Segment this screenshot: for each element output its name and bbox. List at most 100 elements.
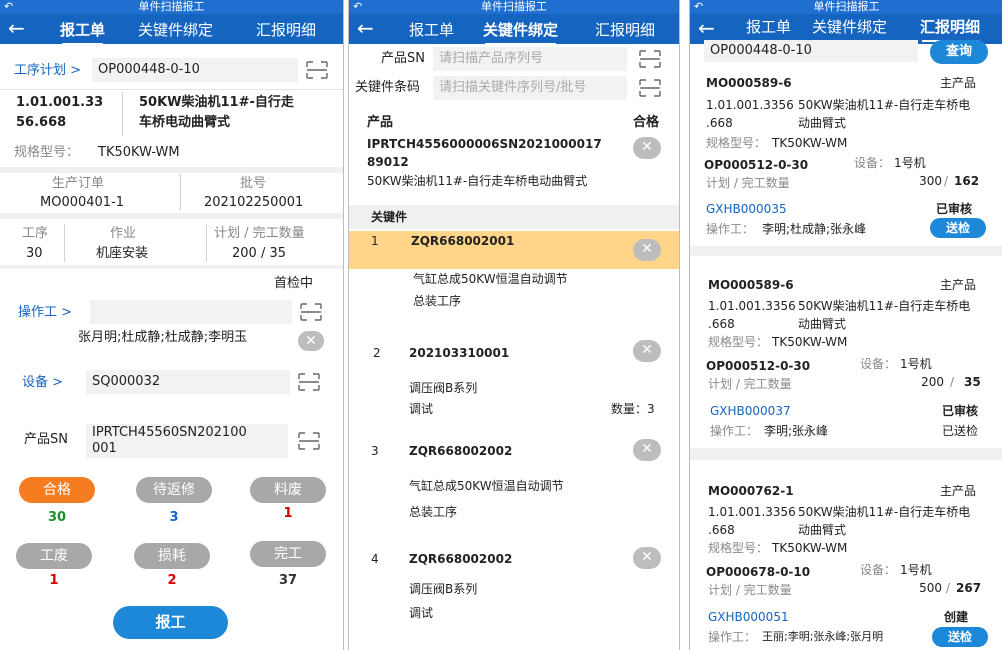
device-value: 1号机 xyxy=(900,357,932,371)
operator-names: 李明;张永峰 xyxy=(764,424,829,438)
qualified-button[interactable]: 合格 xyxy=(19,477,95,503)
slash: / xyxy=(950,375,955,389)
card-separator xyxy=(690,448,1002,460)
product-tag: 主产品 xyxy=(940,76,977,90)
sn-label: 产品SN xyxy=(381,51,425,66)
tab-report[interactable]: 报工单 xyxy=(60,20,105,45)
report-button[interactable]: 报工 xyxy=(113,606,228,639)
keypart-desc: 总装工序 xyxy=(413,294,462,308)
tab-details[interactable]: 汇报明细 xyxy=(595,20,655,40)
slash: / xyxy=(944,174,949,188)
material-scrap-button[interactable]: 料废 xyxy=(250,477,326,503)
back-arrow-icon[interactable]: ← xyxy=(8,17,25,39)
mo-number: MO000762-1 xyxy=(708,484,794,498)
back-small-icon[interactable]: ↶ xyxy=(353,0,362,14)
device-label: 设备： xyxy=(854,156,891,170)
clear-icon[interactable]: ✕ xyxy=(633,439,661,461)
scan-icon[interactable] xyxy=(639,79,661,97)
operator-label: 操作工： xyxy=(708,630,757,644)
back-arrow-icon[interactable]: ← xyxy=(357,17,374,39)
material-name-line2: 动曲臂式 xyxy=(798,317,847,331)
scan-icon[interactable] xyxy=(298,373,320,391)
tab-details[interactable]: 汇报明细 xyxy=(256,20,316,40)
keypart-name: 调压阀B系列 xyxy=(409,381,478,395)
keypart-barcode-input[interactable]: 请扫描关键件序列号/批号 xyxy=(433,76,627,100)
operator-link[interactable]: 操作工 > xyxy=(18,304,72,322)
tab-keyparts[interactable]: 关键件绑定 xyxy=(812,17,887,37)
done-quantity: 162 xyxy=(954,174,980,188)
scan-icon[interactable] xyxy=(306,61,328,79)
sn-field[interactable]: IPRTCH45560SN202100 001 xyxy=(86,424,288,458)
keypart-no: 3 xyxy=(371,444,379,458)
keypart-code: ZQR668002002 xyxy=(409,552,513,566)
tab-bar: ← 报工单 关键件绑定 汇报明细 xyxy=(349,14,679,45)
back-small-icon[interactable]: ↶ xyxy=(694,0,703,14)
plan-quantity: 500 xyxy=(919,581,942,595)
mo-number: MO000589-6 xyxy=(706,76,792,90)
device-value: 1号机 xyxy=(894,156,926,170)
report-details-panel: ↶ 单件扫描报工 ← 报工单 关键件绑定 汇报明细 OP000448-0-10 … xyxy=(689,0,1002,650)
tab-keyparts[interactable]: 关键件绑定 xyxy=(483,20,558,45)
tab-report[interactable]: 报工单 xyxy=(409,20,454,40)
query-button[interactable]: 查询 xyxy=(930,40,988,64)
pending-repair-count: 3 xyxy=(169,510,179,525)
scan-icon[interactable] xyxy=(298,432,320,450)
keypart-barcode-label: 关键件条码 xyxy=(355,80,421,95)
operator-label: 操作工： xyxy=(706,222,755,236)
loss-button[interactable]: 损耗 xyxy=(134,543,210,569)
inspection-status: 已送检 xyxy=(942,424,979,438)
prod-order-label: 生产订单 xyxy=(52,176,105,191)
report-number-link[interactable]: GXHB000051 xyxy=(708,608,789,626)
divider xyxy=(0,89,343,90)
scan-icon[interactable] xyxy=(639,50,661,68)
operator-names: 王丽;李明;张永峰;张月明 xyxy=(762,630,884,643)
send-inspection-button[interactable]: 送检 xyxy=(930,218,986,238)
report-form-panel: ↶ 单件扫描报工 ← 报工单 关键件绑定 汇报明细 工序计划 > OP00044… xyxy=(0,0,344,650)
device-label: 设备： xyxy=(860,563,897,577)
send-inspection-button[interactable]: 送检 xyxy=(932,627,988,647)
work-scrap-button[interactable]: 工废 xyxy=(16,543,92,569)
sn-value-line2: 001 xyxy=(92,441,117,456)
section-gap xyxy=(0,265,343,269)
work-scrap-count: 1 xyxy=(49,573,59,588)
scan-icon[interactable] xyxy=(300,303,322,321)
clear-icon[interactable]: ✕ xyxy=(633,239,661,261)
sn-input[interactable]: 请扫描产品序列号 xyxy=(433,47,627,71)
operator-label: 操作工： xyxy=(710,424,759,438)
material-code-line2: .668 xyxy=(708,523,735,537)
clear-icon[interactable]: ✕ xyxy=(633,547,661,569)
operator-field[interactable] xyxy=(90,300,292,324)
product-header: 产品 xyxy=(367,115,394,130)
back-arrow-icon[interactable]: ← xyxy=(698,17,715,39)
tab-keyparts[interactable]: 关键件绑定 xyxy=(138,20,213,40)
report-number-link[interactable]: GXHB000035 xyxy=(706,200,787,218)
device-label: 设备： xyxy=(860,357,897,371)
product-code-line1: IPRTCH4556000006SN2021000017 xyxy=(367,137,602,151)
material-code-line2: 56.668 xyxy=(16,115,67,130)
material-code-line2: .668 xyxy=(706,116,733,130)
search-input[interactable]: OP000448-0-10 xyxy=(704,40,918,62)
keyparts-panel: ↶ 单件扫描报工 ← 报工单 关键件绑定 汇报明细 产品SN 请扫描产品序列号 … xyxy=(348,0,680,650)
report-number-link[interactable]: GXHB000037 xyxy=(710,402,791,420)
device-field[interactable]: SQ000032 xyxy=(86,370,290,394)
product-name: 50KW柴油机11#-自行走车桥电动曲臂式 xyxy=(367,174,588,188)
plan-label: 计划 / 完工数量 xyxy=(706,176,790,190)
keypart-quantity: 数量：3 xyxy=(611,402,655,416)
material-name-line1: 50KW柴油机11#-自行走车桥电 xyxy=(798,505,971,519)
back-small-icon[interactable]: ↶ xyxy=(4,0,13,14)
clear-icon[interactable]: ✕ xyxy=(298,331,324,351)
op-number: OP000512-0-30 xyxy=(704,158,809,172)
process-plan-field[interactable]: OP000448-0-10 xyxy=(92,58,298,82)
clear-icon[interactable]: ✕ xyxy=(633,340,661,362)
tab-details[interactable]: 汇报明细 xyxy=(920,17,980,42)
plan-quantity: 200 xyxy=(921,375,944,389)
device-link[interactable]: 设备 > xyxy=(22,374,63,392)
keypart-name: 调压阀B系列 xyxy=(409,582,478,596)
process-plan-link[interactable]: 工序计划 > xyxy=(14,62,81,80)
tab-report[interactable]: 报工单 xyxy=(746,17,791,37)
spec-label: 规格型号： xyxy=(706,136,767,150)
step-label: 工序 xyxy=(22,226,49,241)
completed-button[interactable]: 完工 xyxy=(250,541,326,567)
pending-repair-button[interactable]: 待返修 xyxy=(136,477,212,503)
clear-icon[interactable]: ✕ xyxy=(633,137,661,159)
